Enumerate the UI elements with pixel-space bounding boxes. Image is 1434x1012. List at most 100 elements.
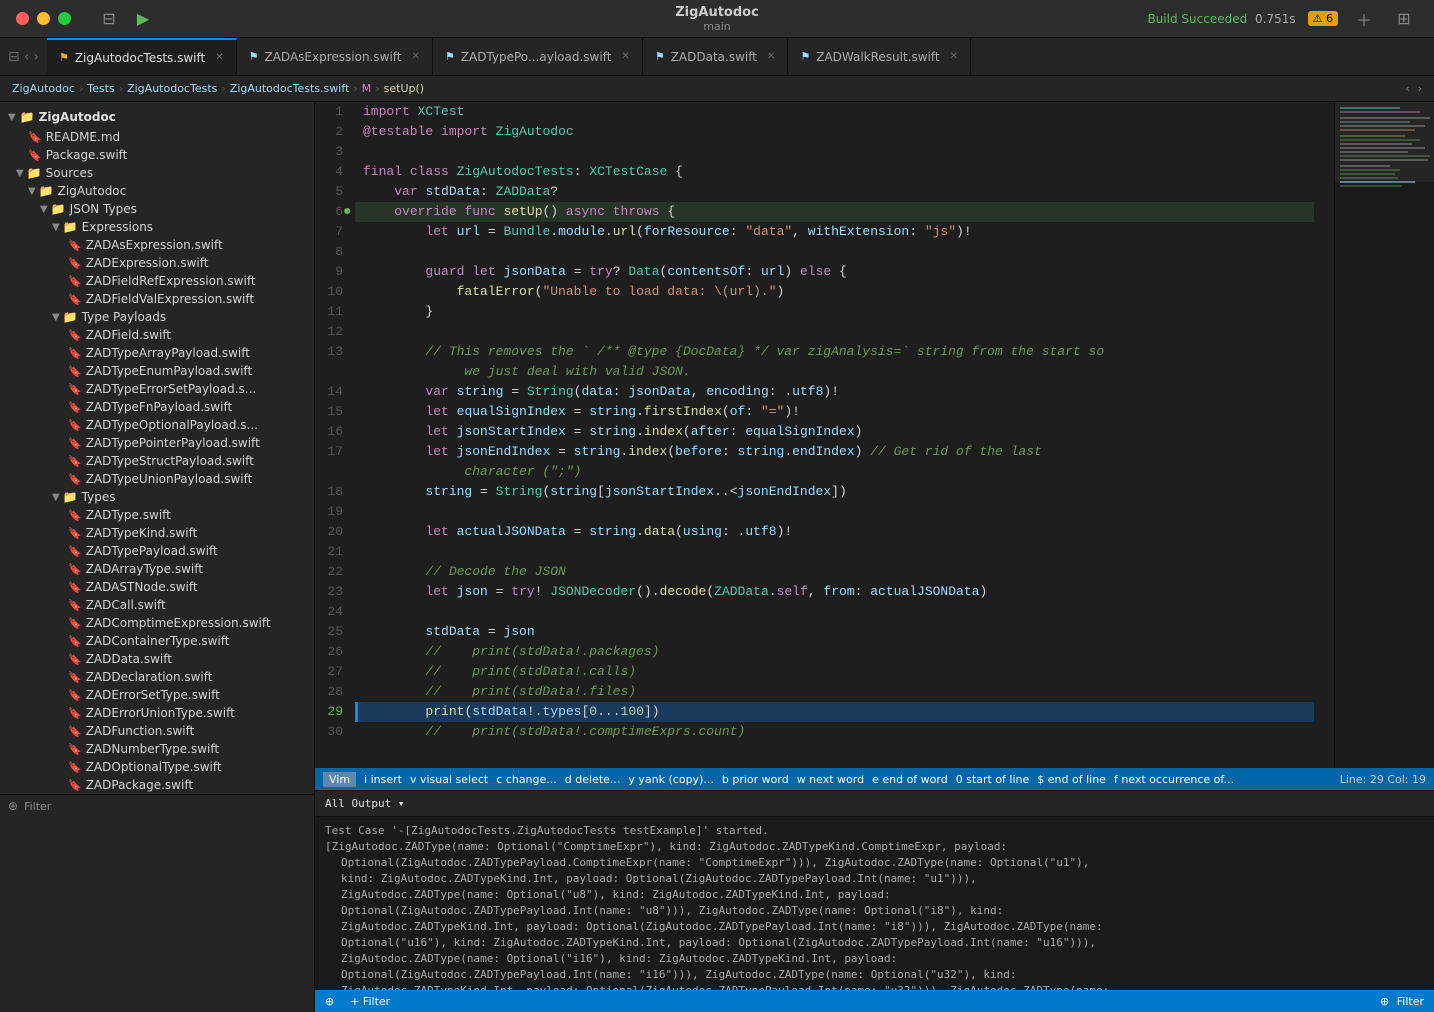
sidebar-item-zadexpr[interactable]: 🔖 ZADExpression.swift: [0, 254, 314, 272]
code-line-14: var string = String(data: jsonData, enco…: [355, 382, 1314, 402]
sidebar-label-zadoptional: ZADTypeOptionalPayload.s...: [86, 418, 258, 432]
sidebar-item-zadstruct[interactable]: 🔖 ZADTypeStructPayload.swift: [0, 452, 314, 470]
sidebar-item-zaderrorsettype[interactable]: 🔖 ZADErrorSetType.swift: [0, 686, 314, 704]
sidebar-item-zadfn[interactable]: 🔖 ZADTypeFnPayload.swift: [0, 398, 314, 416]
sidebar-item-zadarraytype[interactable]: 🔖 ZADArrayType.swift: [0, 560, 314, 578]
close-button[interactable]: [16, 12, 29, 25]
filter-add-label[interactable]: + Filter: [350, 995, 390, 1008]
sidebar-item-typepayloads[interactable]: ▼ 📁 Type Payloads: [0, 308, 314, 326]
bc-sep-3: ›: [353, 82, 357, 95]
sidebar-item-zadoptionaltype[interactable]: 🔖 ZADOptionalType.swift: [0, 758, 314, 776]
sidebar-item-zadcomptime[interactable]: 🔖 ZADComptimeExpression.swift: [0, 614, 314, 632]
nav-back-icon[interactable]: ‹: [24, 49, 30, 65]
sidebar-label-zadstruct: ZADTypeStructPayload.swift: [86, 454, 254, 468]
bc-item-2[interactable]: ZigAutodocTests: [127, 82, 217, 95]
vim-eow: e end of word: [872, 773, 948, 786]
code-lines[interactable]: ● import XCTest @testable import ZigAuto…: [355, 102, 1334, 768]
sidebar-item-zaddata[interactable]: 🔖 ZADData.swift: [0, 650, 314, 668]
run-button[interactable]: ▶: [129, 5, 157, 33]
sidebar-item-zadoptional[interactable]: 🔖 ZADTypeOptionalPayload.s...: [0, 416, 314, 434]
warning-badge: ⚠ 6: [1308, 11, 1338, 26]
sidebar-item-zadunion[interactable]: 🔖 ZADTypeUnionPayload.swift: [0, 470, 314, 488]
sidebar-item-zadpackage[interactable]: 🔖 ZADPackage.swift: [0, 776, 314, 794]
vim-change: c change...: [496, 773, 557, 786]
sidebar-label-types: Types: [82, 490, 116, 504]
sidebar-label-zadtypekind: ZADTypeKind.swift: [86, 526, 198, 540]
tab-close-2[interactable]: ✕: [621, 51, 629, 62]
sidebar-item-zadastnode[interactable]: 🔖 ZADASTNode.swift: [0, 578, 314, 596]
sidebar-item-zadnumber[interactable]: 🔖 ZADNumberType.swift: [0, 740, 314, 758]
sidebar-item-readme[interactable]: 🔖 README.md: [0, 128, 314, 146]
output-line-8: Optional("u16"), kind: ZigAutodoc.ZADTyp…: [325, 935, 1424, 951]
layout-button[interactable]: ⊞: [1390, 5, 1418, 33]
bc-item-4[interactable]: M: [362, 82, 372, 95]
sidebar-item-zadasexpr[interactable]: 🔖 ZADAsExpression.swift: [0, 236, 314, 254]
bc-item-0[interactable]: ZigAutodoc: [12, 82, 75, 95]
tab-zaddata[interactable]: ⚑ ZADData.swift ✕: [643, 38, 789, 75]
tab-zigautodoctests[interactable]: ⚑ ZigAutodocTests.swift ✕: [47, 38, 237, 75]
code-line-19: [355, 502, 1314, 522]
sidebar-item-zadcall[interactable]: 🔖 ZADCall.swift: [0, 596, 314, 614]
filter-add-icon[interactable]: ⊕: [325, 995, 334, 1008]
sidebar-item-zadarray[interactable]: 🔖 ZADTypeArrayPayload.swift: [0, 344, 314, 362]
tab-zadasexpression[interactable]: ⚑ ZADAsExpression.swift ✕: [237, 38, 433, 75]
sidebar-label-zadastnode: ZADASTNode.swift: [86, 580, 198, 594]
sidebar-toggle[interactable]: ⊟: [95, 5, 123, 33]
tab-close-4[interactable]: ✕: [950, 51, 958, 62]
output-content: Test Case '-[ZigAutodocTests.ZigAutodocT…: [315, 817, 1434, 990]
fullscreen-button[interactable]: [58, 12, 71, 25]
sidebar-item-sources[interactable]: ▼ 📁 Sources: [0, 164, 314, 182]
bc-item-1[interactable]: Tests: [87, 82, 114, 95]
output-label: All Output ▾: [325, 797, 404, 810]
filter-label-right[interactable]: Filter: [1397, 995, 1424, 1008]
sidebar-item-zadtype[interactable]: 🔖 ZADType.swift: [0, 506, 314, 524]
sidebar-item-zigautodoc[interactable]: ▼ 📁 ZigAutodoc: [0, 182, 314, 200]
editor-and-bottom: 1 2 3 4 5 6 7 8 9 10 11 12 13: [315, 102, 1434, 1012]
tab-close-0[interactable]: ✕: [215, 52, 223, 63]
sidebar-item-zaderrorset[interactable]: 🔖 ZADTypeErrorSetPayload.s...: [0, 380, 314, 398]
sidebar-item-expressions[interactable]: ▼ 📁 Expressions: [0, 218, 314, 236]
bc-item-5[interactable]: setUp(): [384, 82, 424, 95]
sidebar-item-zaderrorunion[interactable]: 🔖 ZADErrorUnionType.swift: [0, 704, 314, 722]
sidebar-item-zadfieldref[interactable]: 🔖 ZADFieldRefExpression.swift: [0, 272, 314, 290]
sidebar-item-zadfieldval[interactable]: 🔖 ZADFieldValExpression.swift: [0, 290, 314, 308]
sidebar-item-types[interactable]: ▼ 📁 Types: [0, 488, 314, 506]
sidebar-item-zadfield[interactable]: 🔖 ZADField.swift: [0, 326, 314, 344]
sidebar-item-package[interactable]: 🔖 Package.swift: [0, 146, 314, 164]
output-line-10: Optional(ZigAutodoc.ZADTypePayload.Int(n…: [325, 967, 1424, 983]
sidebar-root[interactable]: ▼ 📁 ZigAutodoc: [0, 102, 314, 128]
minimize-button[interactable]: [37, 12, 50, 25]
sidebar-item-zadenum[interactable]: 🔖 ZADTypeEnumPayload.swift: [0, 362, 314, 380]
sidebar-item-zadfunction[interactable]: 🔖 ZADFunction.swift: [0, 722, 314, 740]
bc-item-3[interactable]: ZigAutodocTests.swift: [230, 82, 350, 95]
sidebar-item-zadtypekind[interactable]: 🔖 ZADTypeKind.swift: [0, 524, 314, 542]
code-line-2: @testable import ZigAutodoc: [355, 122, 1314, 142]
tab-icon-2: ⚑: [445, 50, 455, 63]
sidebar-label-typepayloads: Type Payloads: [82, 310, 166, 324]
tab-close-3[interactable]: ✕: [767, 51, 775, 62]
sidebar-label-zadfieldref: ZADFieldRefExpression.swift: [86, 274, 256, 288]
sidebar-label-expressions: Expressions: [82, 220, 153, 234]
tab-close-1[interactable]: ✕: [412, 51, 420, 62]
output-line-5: ZigAutodoc.ZADType(name: Optional("u8"),…: [325, 887, 1424, 903]
vim-yank: y yank (copy)...: [628, 773, 713, 786]
nav-collapse-icon[interactable]: ⊟: [8, 49, 20, 65]
nav-forward-icon[interactable]: ›: [33, 49, 39, 65]
bc-nav-right[interactable]: ›: [1418, 82, 1422, 95]
output-line-11: ZigAutodoc.ZADTypeKind.Int, payload: Opt…: [325, 983, 1424, 990]
tab-zadwalkresult[interactable]: ⚑ ZADWalkResult.swift ✕: [788, 38, 971, 75]
sidebar-item-zadcontainer[interactable]: 🔖 ZADContainerType.swift: [0, 632, 314, 650]
add-editor-button[interactable]: ＋: [1350, 5, 1378, 33]
code-line-15: let equalSignIndex = string.firstIndex(o…: [355, 402, 1314, 422]
code-line-17b: character (";"): [355, 462, 1314, 482]
sidebar-item-jsontypes[interactable]: ▼ 📁 JSON Types: [0, 200, 314, 218]
output-line-2: [ZigAutodoc.ZADType(name: Optional("Comp…: [325, 839, 1424, 855]
code-line-18: string = String(string[jsonStartIndex..<…: [355, 482, 1314, 502]
sidebar-item-zaddecl[interactable]: 🔖 ZADDeclaration.swift: [0, 668, 314, 686]
nav-arrows: ⊟ ‹ ›: [0, 38, 47, 75]
tab-zadtypepayload[interactable]: ⚑ ZADTypePo...ayload.swift ✕: [433, 38, 643, 75]
sidebar-item-zadtypepayload[interactable]: 🔖 ZADTypePayload.swift: [0, 542, 314, 560]
sidebar-item-zadpointer[interactable]: 🔖 ZADTypePointerPayload.swift: [0, 434, 314, 452]
code-editor[interactable]: 1 2 3 4 5 6 7 8 9 10 11 12 13: [315, 102, 1334, 768]
bc-nav-left[interactable]: ‹: [1405, 82, 1409, 95]
